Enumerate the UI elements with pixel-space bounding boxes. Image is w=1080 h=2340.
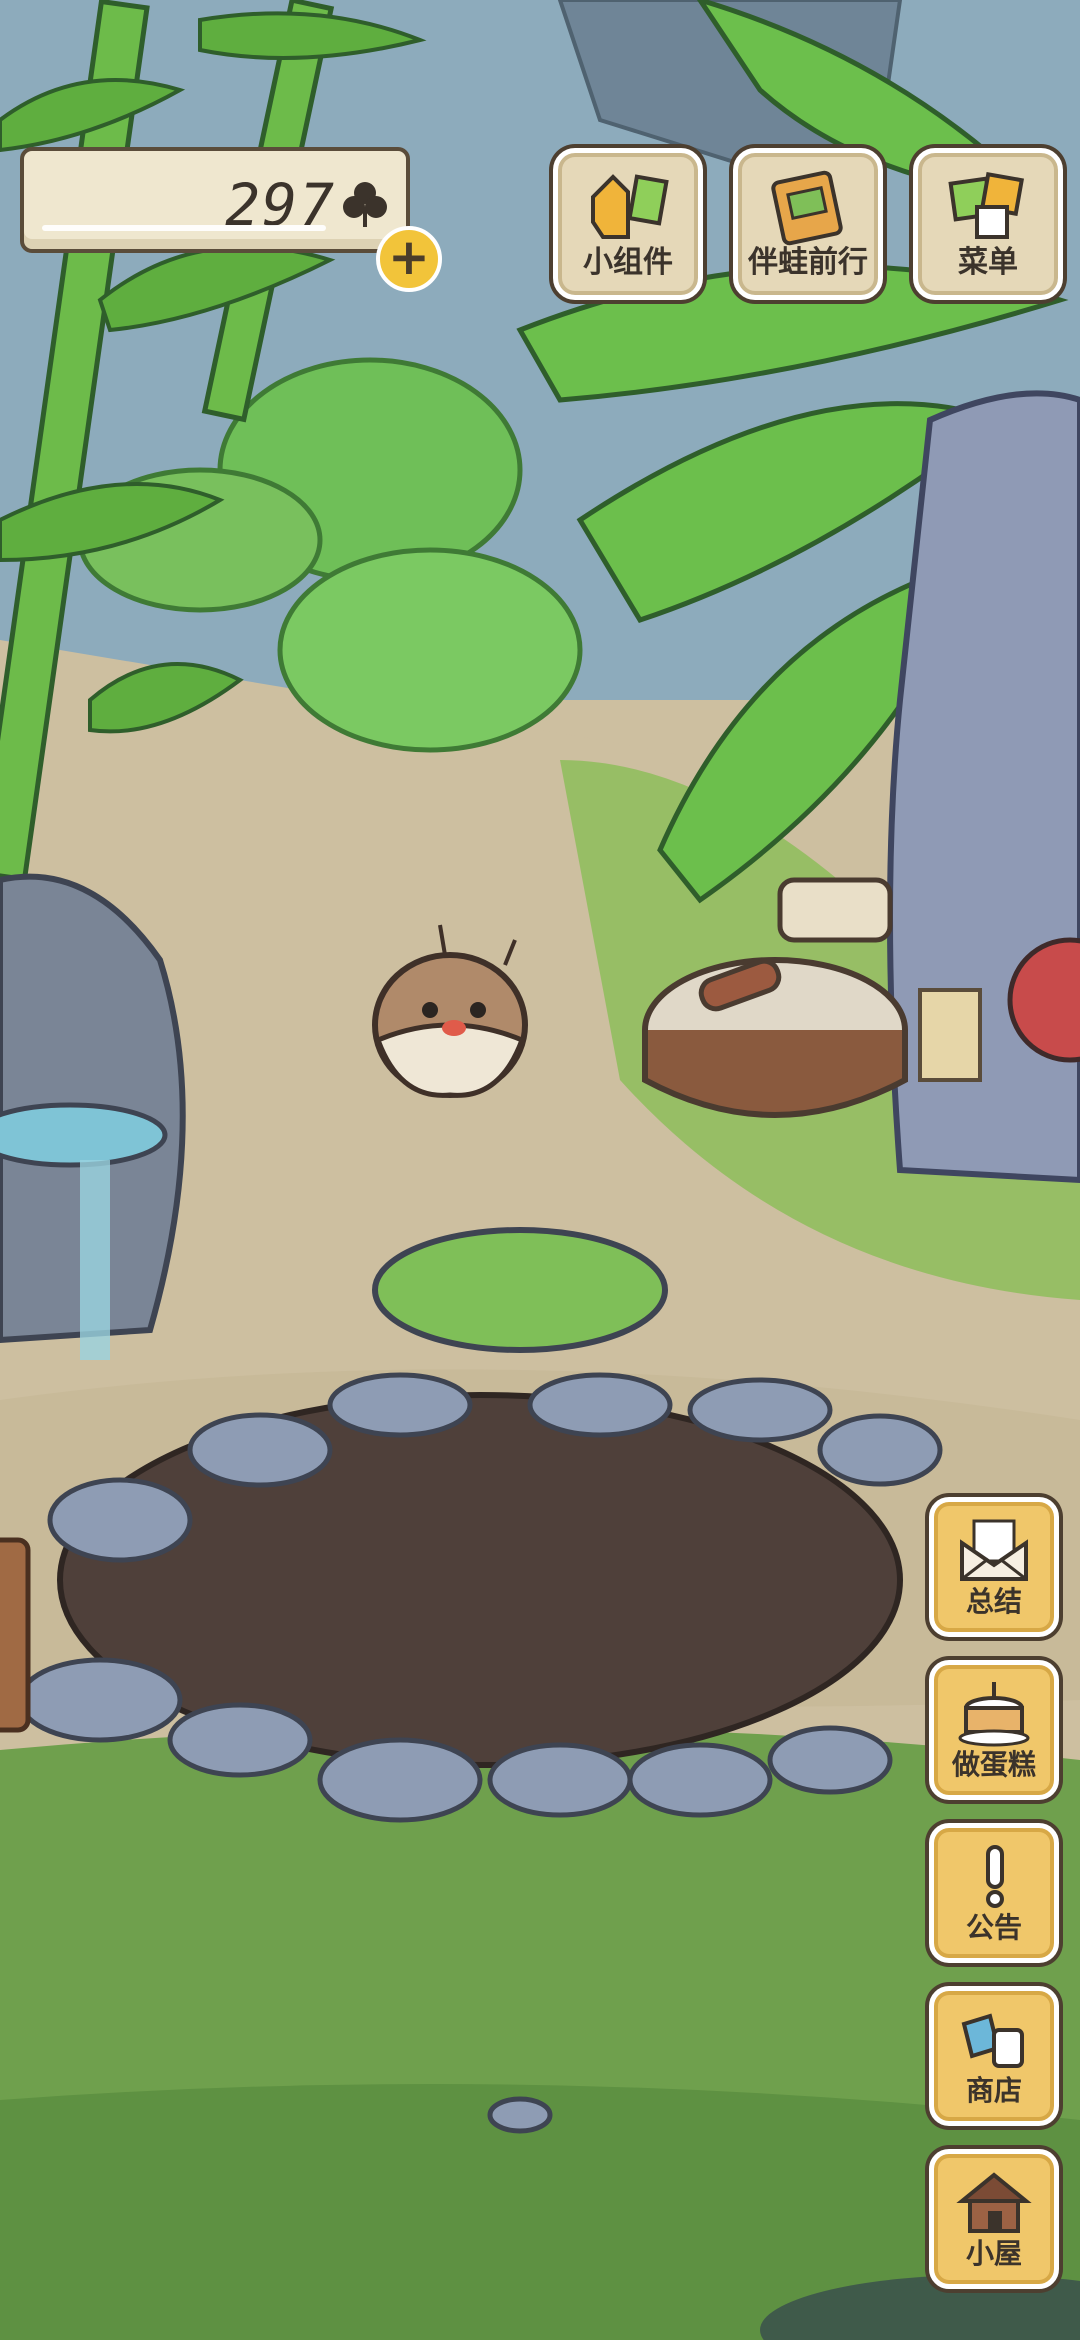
travel-label: 伴蛙前行 — [748, 245, 868, 280]
house-button[interactable]: 小屋 — [929, 2149, 1059, 2289]
shop-button[interactable]: 商店 — [929, 1986, 1059, 2126]
notice-label: 公告 — [965, 1911, 1022, 1944]
plus-icon: + — [388, 228, 430, 286]
shop-label: 商店 — [965, 2074, 1022, 2107]
cake-label: 做蛋糕 — [951, 1748, 1036, 1781]
add-clover-button[interactable]: + — [376, 226, 442, 292]
counter-underline — [42, 225, 326, 231]
shop-bags-icon — [934, 2001, 1054, 2077]
summary-label: 总结 — [965, 1585, 1022, 1618]
house-label: 小屋 — [965, 2237, 1022, 2270]
clover-icon — [343, 182, 387, 227]
house-icon — [934, 2164, 1054, 2240]
travel-button[interactable]: 伴蛙前行 — [733, 148, 883, 300]
cake-button[interactable]: 做蛋糕 — [929, 1660, 1059, 1800]
cake-icon — [934, 1675, 1054, 1751]
menu-button[interactable]: 菜单 — [913, 148, 1063, 300]
garden-scene — [0, 0, 1080, 2340]
notice-button[interactable]: 公告 — [929, 1823, 1059, 1963]
exclamation-icon — [934, 1838, 1054, 1914]
envelope-letter-icon — [934, 1512, 1054, 1588]
widgets-button[interactable]: 小组件 — [553, 148, 703, 300]
menu-label: 菜单 — [958, 245, 1018, 280]
widgets-label: 小组件 — [583, 245, 673, 280]
summary-button[interactable]: 总结 — [929, 1497, 1059, 1637]
clover-counter: 297 — [20, 147, 410, 253]
